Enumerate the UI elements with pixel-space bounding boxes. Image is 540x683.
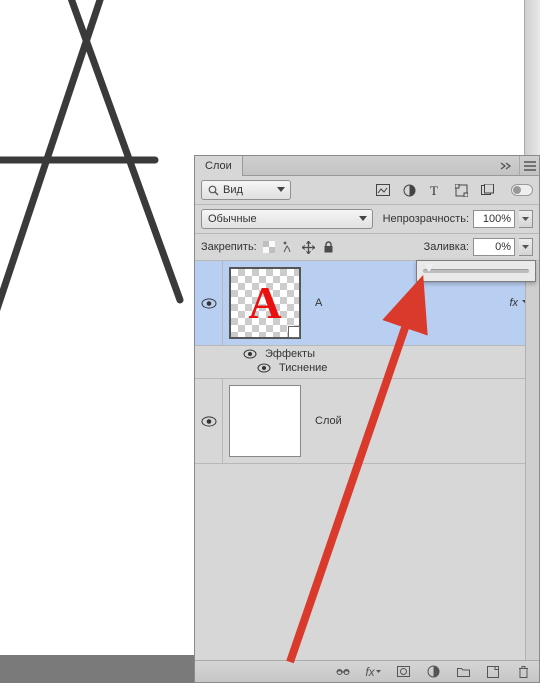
- opacity-value-field[interactable]: 100%: [473, 210, 515, 228]
- eye-icon: [201, 298, 217, 309]
- chevron-down-icon: [376, 670, 381, 674]
- lock-label: Закрепить:: [201, 241, 257, 253]
- svg-text:T: T: [430, 184, 438, 196]
- panel-menu-button[interactable]: [519, 156, 539, 175]
- panel-tabbar: Слои: [195, 156, 539, 176]
- text-layer-badge-icon: [288, 326, 300, 338]
- filter-smart-icon[interactable]: [479, 182, 495, 198]
- trash-icon: [518, 666, 529, 678]
- chevron-down-icon: [277, 187, 285, 192]
- lock-fill-row: Закрепить: Заливка: 0%: [195, 234, 539, 261]
- opacity-value: 100%: [483, 213, 511, 225]
- fx-label: fx: [509, 297, 518, 309]
- lock-image-icon[interactable]: [281, 239, 297, 255]
- blend-mode-label: Обычные: [208, 213, 257, 225]
- filter-kind-label: Вид: [223, 184, 243, 196]
- fill-value-field[interactable]: 0%: [473, 238, 515, 256]
- layer-row[interactable]: Слой: [195, 379, 539, 464]
- layer-thumbnail[interactable]: [229, 385, 301, 457]
- filter-kind-select[interactable]: Вид: [201, 180, 291, 200]
- link-layers-button[interactable]: [335, 664, 351, 680]
- fill-value: 0%: [495, 241, 511, 253]
- slider-track[interactable]: [423, 269, 529, 273]
- panel-footer: fx: [195, 660, 539, 682]
- link-icon: [336, 667, 350, 677]
- layer-name-label[interactable]: Слой: [307, 379, 342, 463]
- opacity-label: Непрозрачность:: [383, 213, 469, 225]
- effects-label: Эффекты: [265, 348, 315, 360]
- adjust-circle-icon: [427, 665, 440, 678]
- menu-icon: [524, 161, 536, 171]
- scrollbar[interactable]: [525, 261, 539, 660]
- search-icon: [208, 185, 219, 196]
- visibility-toggle[interactable]: [195, 379, 223, 463]
- new-page-icon: [487, 666, 499, 678]
- fx-icon: fx: [365, 665, 374, 679]
- filter-toggle-switch[interactable]: [511, 184, 533, 196]
- opacity-dropdown-button[interactable]: [519, 210, 533, 228]
- fill-slider-popup[interactable]: [416, 260, 536, 282]
- ruler-right: [524, 0, 540, 155]
- folder-icon: [457, 666, 470, 677]
- filter-text-icon[interactable]: T: [427, 182, 443, 198]
- adjustment-layer-button[interactable]: [425, 664, 441, 680]
- tab-label: Слои: [205, 160, 232, 172]
- panel-collapse-button[interactable]: [495, 156, 519, 175]
- filter-row: Вид T: [195, 176, 539, 205]
- effect-name: Тиснение: [279, 362, 327, 374]
- fill-dropdown-button[interactable]: [519, 238, 533, 256]
- filter-shape-icon[interactable]: [453, 182, 469, 198]
- tab-layers[interactable]: Слои: [195, 156, 243, 176]
- filter-iconbar: T: [375, 182, 495, 198]
- filter-adjust-icon[interactable]: [401, 182, 417, 198]
- chevron-down-icon: [359, 216, 367, 221]
- effect-item[interactable]: Тиснение: [243, 362, 539, 374]
- layer-style-button[interactable]: fx: [365, 664, 381, 680]
- filter-pixel-icon[interactable]: [375, 182, 391, 198]
- visibility-toggle[interactable]: [195, 261, 223, 345]
- new-layer-button[interactable]: [485, 664, 501, 680]
- lock-transparency-icon[interactable]: [261, 239, 277, 255]
- eye-icon: [243, 349, 257, 359]
- layer-name-label[interactable]: A: [307, 261, 322, 345]
- slider-thumb[interactable]: [423, 264, 435, 272]
- chevron-down-icon: [522, 245, 529, 250]
- layers-list: А A fx Эффекты Тиснение: [195, 261, 539, 660]
- layers-panel: Слои Вид T Обычные: [194, 155, 540, 683]
- chevron-down-icon: [522, 217, 529, 222]
- layer-mask-button[interactable]: [395, 664, 411, 680]
- eye-icon: [257, 363, 271, 373]
- delete-layer-button[interactable]: [515, 664, 531, 680]
- lock-all-icon[interactable]: [321, 239, 337, 255]
- group-button[interactable]: [455, 664, 471, 680]
- blend-opacity-row: Обычные Непрозрачность: 100%: [195, 205, 539, 234]
- mask-icon: [397, 666, 410, 677]
- canvas-bottom-bar: [0, 655, 194, 683]
- chevron-right-double-icon: [500, 162, 514, 170]
- layer-thumbnail[interactable]: А: [229, 267, 301, 339]
- fill-label: Заливка:: [424, 241, 469, 253]
- layer-effects-group: Эффекты Тиснение: [195, 346, 539, 379]
- eye-icon: [201, 416, 217, 427]
- lock-position-icon[interactable]: [301, 239, 317, 255]
- blend-mode-select[interactable]: Обычные: [201, 209, 373, 229]
- effects-header[interactable]: Эффекты: [243, 348, 539, 360]
